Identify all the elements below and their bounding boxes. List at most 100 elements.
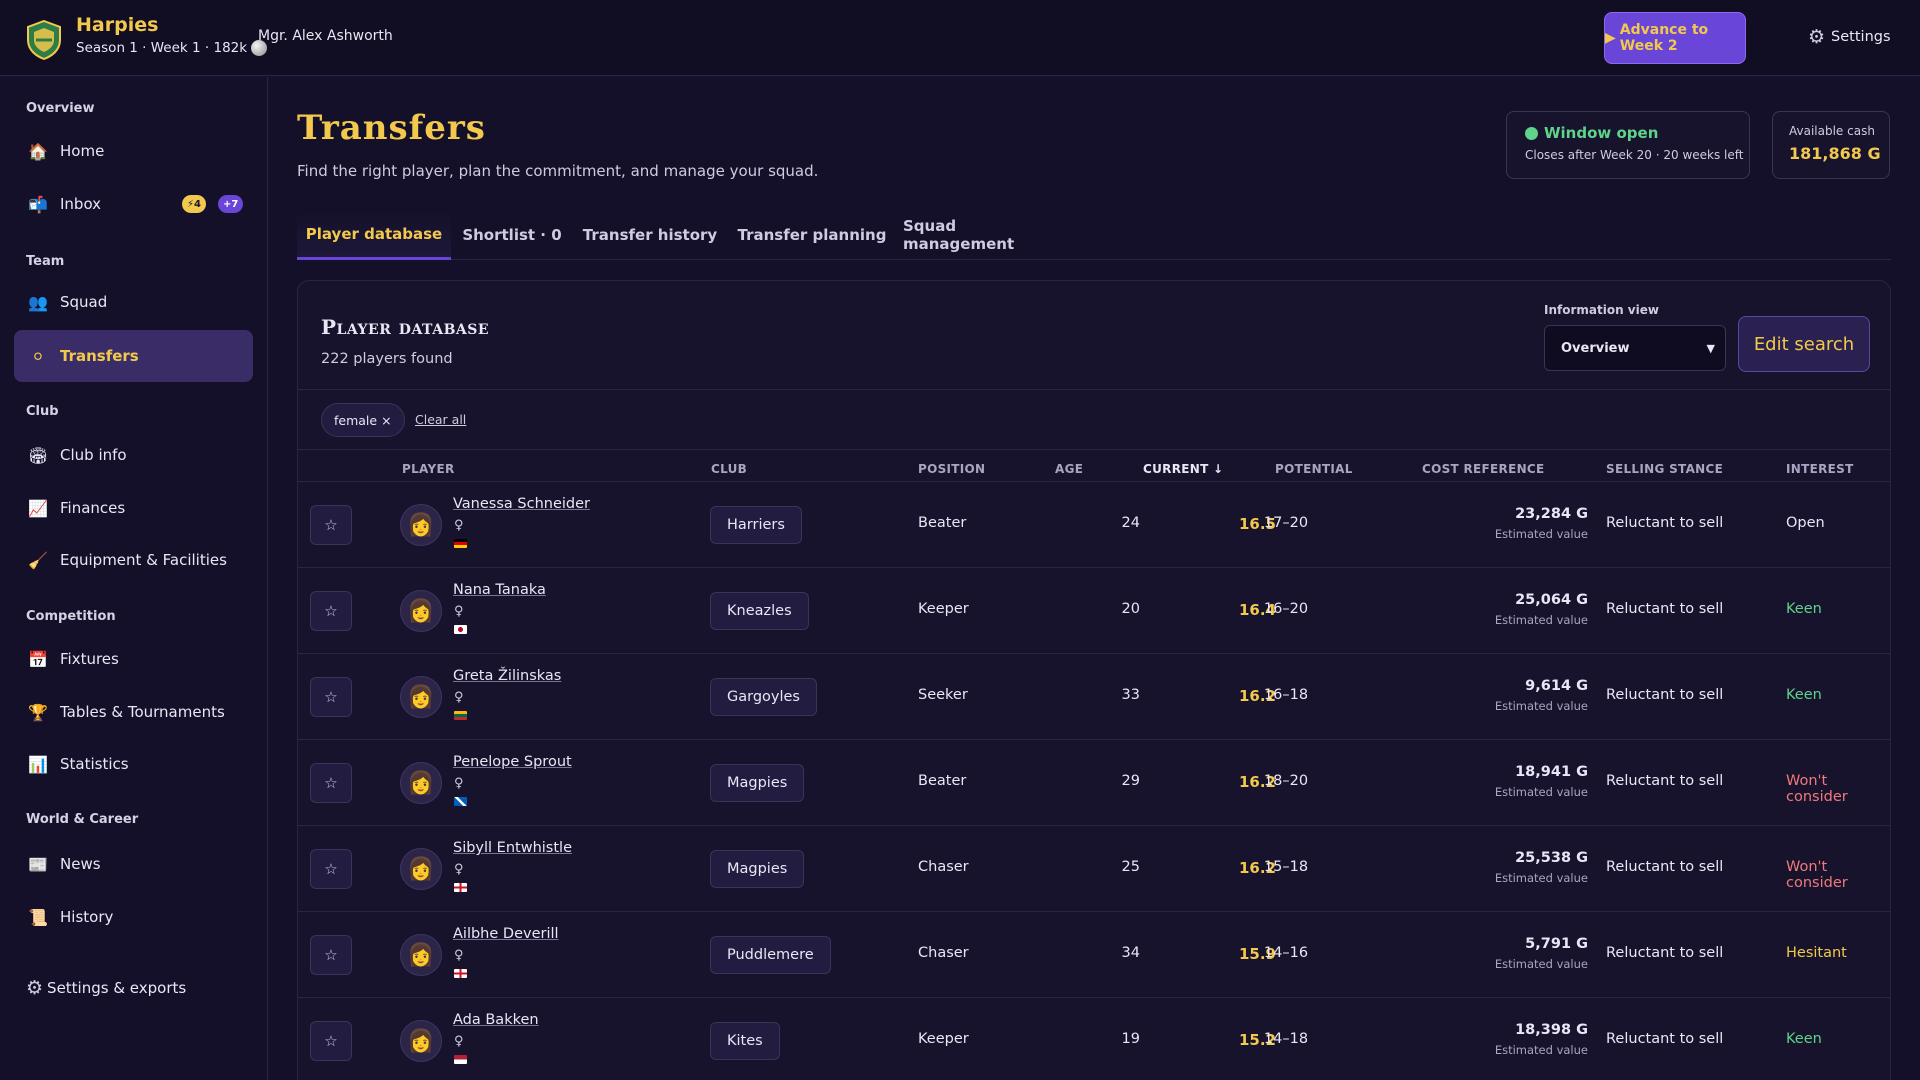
club-badge[interactable]: Puddlemere [710, 936, 831, 974]
information-view-select[interactable]: Overview ▼ [1544, 325, 1726, 371]
player-name-link[interactable]: Ada Bakken [453, 1012, 539, 1028]
player-name-link[interactable]: Greta Žilinskas [453, 668, 561, 684]
sidebar-item-home[interactable]: 🏠 Home [14, 125, 253, 177]
avatar: 👩 [400, 590, 442, 632]
player-name-link[interactable]: Sibyll Entwhistle [453, 840, 572, 856]
table-row[interactable]: ☆ 👩 Greta Žilinskas ♀ Gargoyles Seeker 3… [298, 653, 1890, 739]
page-title: Transfers [297, 108, 486, 148]
section-club: Club [26, 404, 59, 419]
column-header-player[interactable]: PLAYER [402, 462, 455, 476]
transfer-tabs: Player database Shortlist · 0 Transfer h… [297, 210, 1891, 260]
position-cell: Keeper [918, 601, 969, 617]
inbox-icon: 📬 [28, 194, 48, 214]
shortlist-star-button[interactable]: ☆ [310, 505, 352, 545]
sidebar-item-label: Statistics [60, 755, 129, 773]
player-name-link[interactable]: Nana Tanaka [453, 582, 546, 598]
sidebar-item-inbox[interactable]: 📬 Inbox ⚡ 4 +7 [14, 178, 253, 230]
sidebar-item-finances[interactable]: 📈 Finances [14, 482, 253, 534]
tab-transfer-planning[interactable]: Transfer planning [737, 210, 887, 260]
avatar: 👩 [400, 1020, 442, 1062]
column-header-current[interactable]: CURRENT ↓ [1143, 462, 1223, 476]
avatar: 👩 [400, 504, 442, 546]
tab-transfer-history[interactable]: Transfer history [581, 210, 719, 260]
sidebar-item-club-info[interactable]: 🏟 Club info [14, 429, 253, 481]
player-name-link[interactable]: Penelope Sprout [453, 754, 572, 770]
cost-reference-value: 18,398 G [1515, 1022, 1588, 1038]
column-header-position[interactable]: POSITION [918, 462, 985, 476]
finances-icon: 📈 [28, 498, 48, 518]
table-row[interactable]: ☆ 👩 Ailbhe Deverill ♀ Puddlemere Chaser … [298, 911, 1890, 997]
club-badge[interactable]: Kites [710, 1022, 780, 1060]
club-badge[interactable]: Harriers [710, 506, 802, 544]
estimated-value-label: Estimated value [1494, 699, 1588, 713]
sidebar-item-tables[interactable]: 🏆 Tables & Tournaments [14, 686, 253, 738]
table-row[interactable]: ☆ 👩 Nana Tanaka ♀ Kneazles Keeper 20 16.… [298, 567, 1890, 653]
avatar: 👩 [400, 676, 442, 718]
club-badge[interactable]: Magpies [710, 850, 805, 888]
selling-stance-cell: Reluctant to sell [1606, 601, 1724, 617]
settings-exports-link[interactable]: ⚙ Settings & exports [26, 977, 186, 999]
table-row[interactable]: ☆ 👩 Ada Bakken ♀ Kites Keeper 19 15.2 14… [298, 997, 1890, 1080]
potential-cell: 16–20 [1263, 601, 1309, 617]
player-name-link[interactable]: Vanessa Schneider [453, 496, 590, 512]
sidebar-item-label: Inbox [60, 195, 102, 213]
tab-player-database[interactable]: Player database [297, 210, 451, 260]
club-badge[interactable]: Magpies [710, 764, 805, 802]
flag-icon [454, 797, 467, 806]
advance-week-button[interactable]: ▶ Advance to Week 2 [1604, 12, 1746, 64]
column-header-potential[interactable]: POTENTIAL [1275, 462, 1353, 476]
shortlist-star-button[interactable]: ☆ [310, 763, 352, 803]
sidebar-item-statistics[interactable]: 📊 Statistics [14, 738, 253, 790]
shortlist-star-button[interactable]: ☆ [310, 935, 352, 975]
selling-stance-cell: Reluctant to sell [1606, 773, 1724, 789]
cost-reference-value: 23,284 G [1515, 506, 1588, 522]
potential-cell: 18–20 [1263, 773, 1309, 789]
table-row[interactable]: ☆ 👩 Sibyll Entwhistle ♀ Magpies Chaser 2… [298, 825, 1890, 911]
table-row[interactable]: ☆ 👩 Vanessa Schneider ♀ Harriers Beater … [298, 481, 1890, 567]
star-icon: ☆ [324, 860, 338, 878]
sidebar-item-transfers[interactable]: ⚪ Transfers [14, 330, 253, 382]
table-row[interactable]: ☆ 👩 Penelope Sprout ♀ Magpies Beater 29 … [298, 739, 1890, 825]
shortlist-star-button[interactable]: ☆ [310, 677, 352, 717]
column-header-club[interactable]: CLUB [711, 462, 747, 476]
sidebar-item-history[interactable]: 📜 History [14, 891, 253, 943]
shortlist-star-button[interactable]: ☆ [310, 1021, 352, 1061]
column-header-selling-stance[interactable]: SELLING STANCE [1606, 462, 1723, 476]
female-icon: ♀ [454, 604, 464, 619]
tab-squad-management[interactable]: Squad management [903, 210, 1063, 260]
column-header-age[interactable]: AGE [1055, 462, 1083, 476]
female-icon: ♀ [454, 776, 464, 791]
edit-search-button[interactable]: Edit search [1738, 316, 1870, 372]
settings-button[interactable]: ⚙ Settings [1808, 26, 1891, 48]
inbox-count-badge: +7 [218, 195, 244, 213]
column-header-cost-reference[interactable]: COST REFERENCE [1422, 462, 1545, 476]
filter-chip-female[interactable]: female × [321, 403, 405, 437]
star-icon: ☆ [324, 688, 338, 706]
estimated-value-label: Estimated value [1494, 957, 1588, 971]
position-cell: Beater [918, 515, 967, 531]
shortlist-star-button[interactable]: ☆ [310, 849, 352, 889]
clear-all-filters-link[interactable]: Clear all [415, 412, 466, 427]
club-badge[interactable]: Kneazles [710, 592, 809, 630]
avatar: 👩 [400, 934, 442, 976]
sidebar-item-fixtures[interactable]: 📅 Fixtures [14, 633, 253, 685]
shortlist-star-button[interactable]: ☆ [310, 591, 352, 631]
sidebar-item-squad[interactable]: 👥 Squad [14, 276, 253, 328]
age-cell: 29 [1121, 773, 1140, 789]
sidebar: Overview 🏠 Home 📬 Inbox ⚡ 4 +7 Team 👥 Squ… [0, 77, 268, 1080]
selling-stance-cell: Reluctant to sell [1606, 1031, 1724, 1047]
squad-icon: 👥 [28, 292, 48, 312]
player-name-link[interactable]: Ailbhe Deverill [453, 926, 559, 942]
cost-reference-value: 25,538 G [1515, 850, 1588, 866]
column-header-interest[interactable]: INTEREST [1786, 462, 1854, 476]
tab-shortlist[interactable]: Shortlist · 0 [461, 210, 563, 260]
settings-exports-label: Settings & exports [47, 979, 187, 997]
sidebar-item-equipment[interactable]: 🧹 Equipment & Facilities [14, 534, 253, 586]
page-subtitle: Find the right player, plan the commitme… [297, 162, 819, 180]
sidebar-item-label: Tables & Tournaments [60, 703, 225, 721]
potential-cell: 16–18 [1263, 687, 1309, 703]
estimated-value-label: Estimated value [1494, 1043, 1588, 1057]
sidebar-item-news[interactable]: 📰 News [14, 838, 253, 890]
club-badge[interactable]: Gargoyles [710, 678, 817, 716]
calendar-icon: 📅 [28, 649, 48, 669]
